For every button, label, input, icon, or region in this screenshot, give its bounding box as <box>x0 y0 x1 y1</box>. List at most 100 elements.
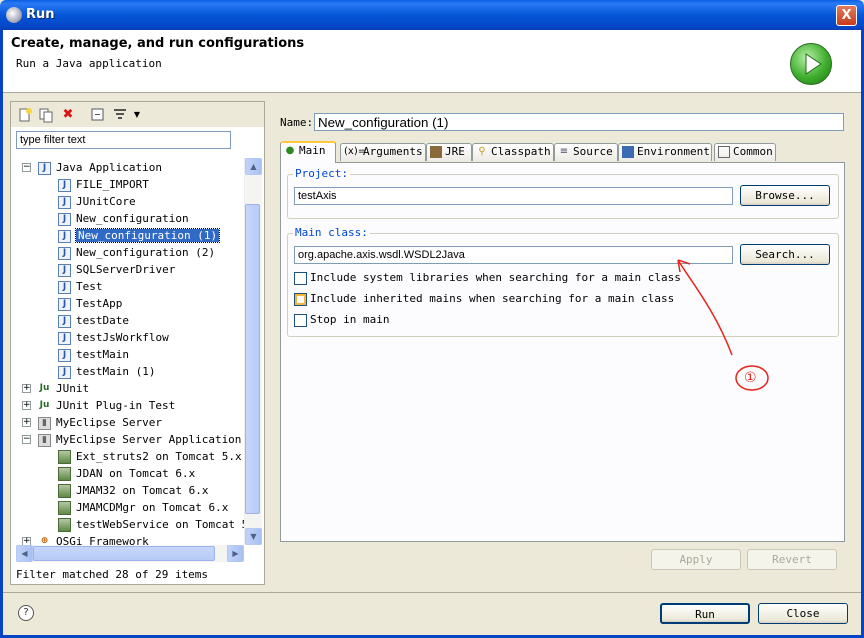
tree-item[interactable]: J JUnitCore <box>58 193 136 210</box>
tree-item[interactable]: JtestJsWorkflow <box>58 329 169 346</box>
java-app-icon: J <box>58 280 71 294</box>
expand-toggle-icon[interactable]: + <box>22 418 31 427</box>
tree-item[interactable]: J New_configuration <box>58 210 189 227</box>
tree-item-label: JUnit Plug-in Test <box>56 399 176 412</box>
tree-item-label: testWebService on Tomcat 5. <box>76 518 244 531</box>
filter-input[interactable] <box>16 131 231 149</box>
tree-item-label: JUnitCore <box>76 195 136 208</box>
tab-jre-label: JRE <box>445 145 465 158</box>
tree-item[interactable]: JMAMCDMgr on Tomcat 6.x <box>58 499 228 516</box>
tree-item-label: Test <box>76 280 103 293</box>
tree-item-label: TestApp <box>76 297 123 310</box>
source-icon: ≡ <box>559 146 569 157</box>
run-button[interactable]: Run <box>660 603 750 624</box>
filter-menu-chevron-down-icon[interactable]: ▼ <box>129 107 145 123</box>
tab-common-label: Common <box>733 145 773 158</box>
name-field[interactable] <box>314 113 844 131</box>
name-label: Name: <box>280 116 314 129</box>
include-inherited-mains-checkbox[interactable] <box>294 293 307 306</box>
tab-classpath-label: Classpath <box>491 145 551 158</box>
project-field[interactable] <box>294 187 733 205</box>
tab-environment[interactable]: Environment <box>618 143 712 161</box>
scroll-down-button[interactable]: ▼ <box>245 528 262 545</box>
tree-item-label: Ext_struts2 on Tomcat 5.x <box>76 450 242 463</box>
tree-item-label: testJsWorkflow <box>76 331 169 344</box>
horizontal-scroll-thumb[interactable] <box>33 546 215 561</box>
tree-item[interactable]: J TestApp <box>58 295 122 312</box>
tree-category[interactable]: + ▮ MyEclipse Server <box>22 414 162 431</box>
filter-icon[interactable] <box>112 107 128 123</box>
stop-in-main-checkbox[interactable] <box>294 314 307 327</box>
java-app-icon: J <box>58 331 71 345</box>
close-button[interactable]: Close <box>758 603 848 624</box>
tab-main[interactable]: ● Main <box>280 141 336 163</box>
tree-item-label: testMain <box>76 348 129 361</box>
include-system-libraries-checkbox[interactable] <box>294 272 307 285</box>
expand-toggle-icon[interactable]: + <box>22 537 31 545</box>
tab-source[interactable]: ≡ Source <box>554 143 618 161</box>
tree-item-label: JDAN on Tomcat 6.x <box>76 467 196 480</box>
scroll-left-button[interactable]: ◀ <box>16 545 33 562</box>
java-app-icon: J <box>58 212 71 226</box>
scroll-right-button[interactable]: ▶ <box>227 545 244 562</box>
java-app-icon: J <box>58 246 71 260</box>
scroll-up-button[interactable]: ▲ <box>245 158 262 175</box>
osgi-icon: ⊕ <box>40 535 49 546</box>
tree-item[interactable]: JtestDate <box>58 312 129 329</box>
window-title: Run <box>26 7 55 22</box>
tree-item[interactable]: Ext_struts2 on Tomcat 5.x <box>58 448 242 465</box>
collapse-toggle-icon[interactable]: − <box>22 163 31 172</box>
delete-icon[interactable]: ✖ <box>60 107 76 123</box>
collapse-toggle-icon[interactable]: − <box>22 435 31 444</box>
java-app-icon: J <box>58 263 71 277</box>
tree-category[interactable]: − ▮ MyEclipse Server Application <box>22 431 241 448</box>
revert-button[interactable]: Revert <box>747 549 837 570</box>
browse-button[interactable]: Browse... <box>740 185 830 206</box>
title-bar[interactable] <box>0 0 864 30</box>
main-tab-icon: ● <box>285 145 295 156</box>
junit-icon: Ju <box>39 399 50 410</box>
java-app-icon: J <box>58 314 71 328</box>
tab-source-label: Source <box>573 145 613 158</box>
tree-item[interactable]: JDAN on Tomcat 6.x <box>58 465 195 482</box>
tree-category[interactable]: + Ju JUnit Plug-in Test <box>22 397 176 414</box>
window-close-button[interactable]: X <box>836 5 857 26</box>
tree-item[interactable]: J New_configuration (1) <box>58 227 221 244</box>
duplicate-icon[interactable] <box>38 107 54 123</box>
tree-category[interactable]: + ⊕ OSGi Framework <box>22 533 149 546</box>
server-app-icon <box>58 467 71 481</box>
tab-classpath[interactable]: ⚲ Classpath <box>472 143 554 161</box>
help-icon[interactable]: ? <box>18 605 34 621</box>
tree-item[interactable]: J FILE_IMPORT <box>58 176 149 193</box>
tree-item[interactable]: JtestMain <box>58 346 129 363</box>
apply-button[interactable]: Apply <box>651 549 741 570</box>
tree-item-label: testDate <box>76 314 129 327</box>
server-app-icon <box>58 484 71 498</box>
tree-item[interactable]: J Test <box>58 278 103 295</box>
tree-item[interactable]: JMAM32 on Tomcat 6.x <box>58 482 208 499</box>
java-app-icon: J <box>38 161 51 175</box>
include-inherited-mains-label: Include inherited mains when searching f… <box>310 292 675 305</box>
red-annotation-arrow <box>677 259 769 391</box>
common-icon <box>718 146 730 158</box>
expand-toggle-icon[interactable]: + <box>22 401 31 410</box>
tree-item-label: New_configuration <box>76 212 189 225</box>
tree-item[interactable]: testWebService on Tomcat 5. <box>58 516 244 533</box>
tree-category[interactable]: − J Java Application <box>22 159 162 176</box>
tab-jre[interactable]: JRE <box>426 143 472 161</box>
tree-item-label: MyEclipse Server <box>56 416 162 429</box>
vertical-scroll-thumb[interactable] <box>245 204 260 514</box>
tree-item[interactable]: JtestMain (1) <box>58 363 155 380</box>
tab-common[interactable]: Common <box>714 143 776 161</box>
tree-category[interactable]: + Ju JUnit <box>22 380 89 397</box>
tree-item-label: SQLServerDriver <box>76 263 176 276</box>
tree-item[interactable]: J SQLServerDriver <box>58 261 175 278</box>
dialog-subtitle: Run a Java application <box>16 57 162 70</box>
config-tabs: ● Main (x)=Arguments JRE ⚲ Classpath ≡ Sour… <box>280 141 846 163</box>
collapse-all-icon[interactable] <box>90 107 106 123</box>
tree-item-label: JMAM32 on Tomcat 6.x <box>76 484 209 497</box>
tab-arguments[interactable]: (x)=Arguments <box>340 143 426 161</box>
tree-item[interactable]: J New_configuration (2) <box>58 244 215 261</box>
new-config-icon[interactable] <box>17 107 33 123</box>
expand-toggle-icon[interactable]: + <box>22 384 31 393</box>
